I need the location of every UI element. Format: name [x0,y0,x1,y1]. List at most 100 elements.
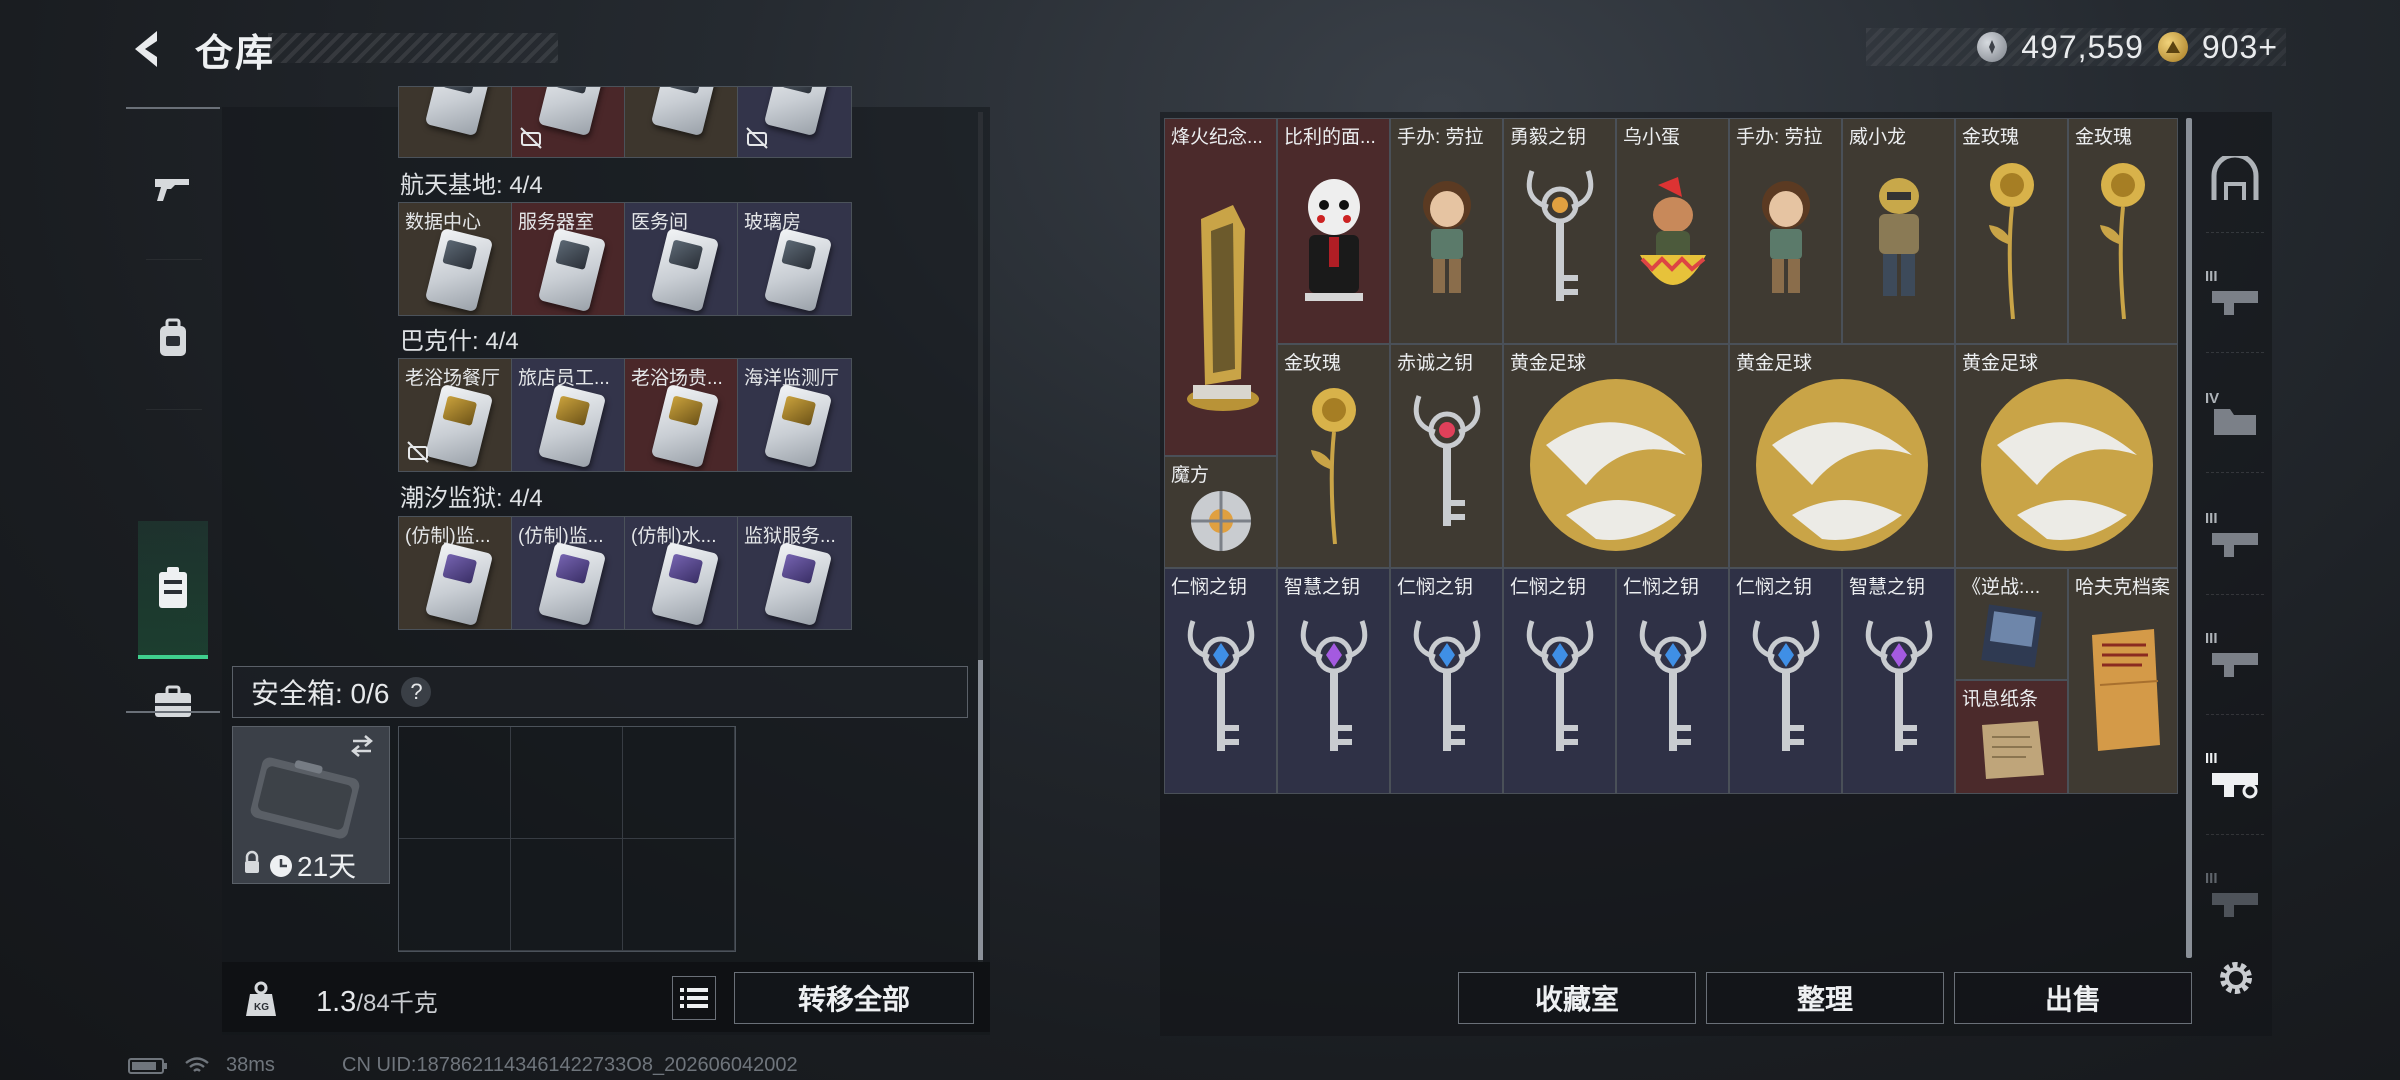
keycard-label: 老浴场贵... [631,368,723,389]
sell-button[interactable]: 出售 [1954,972,2192,1024]
status-bar: 38ms [128,1054,275,1077]
keycard-slot[interactable] [625,87,738,157]
soldier-figure-image [1878,177,1919,296]
left-scrollbar-thumb[interactable] [978,660,983,960]
keycard-slot[interactable]: 海洋监测厅 [738,359,851,471]
gold-football-image [1530,378,1702,551]
stash-item-gold-football[interactable]: 黄金足球 [1955,344,2178,568]
gold-football-image [1756,378,1928,551]
keycard-slot[interactable]: (仿制)水... [625,517,738,629]
keycard-slot[interactable]: 数据中心 [399,203,512,315]
gun-icon [155,179,189,201]
keycard-image [424,541,494,627]
nav-keycards[interactable] [138,521,208,659]
stash-item-beacon-trophy[interactable]: 烽火纪念... [1164,118,1277,456]
nav-weapons[interactable] [138,153,208,223]
keycard-slot[interactable]: 老浴场贵... [625,359,738,471]
stash-item-key[interactable]: 智慧之钥 [1842,568,1955,794]
backpack-icon [160,318,186,356]
transfer-all-button[interactable]: 转移全部 [734,972,974,1024]
right-scrollbar[interactable] [2186,118,2192,958]
safe-slot[interactable] [623,839,735,951]
safe-slot[interactable] [399,839,511,951]
keycard-slot[interactable]: (仿制)监... [399,517,512,629]
stash-item-billy-mask[interactable]: 比利的面... [1277,118,1390,344]
tier-label: III [2205,268,2218,285]
stash-item-key[interactable]: 仁悯之钥 [1616,568,1729,794]
stash-item-gold-football[interactable]: 黄金足球 [1729,344,1955,568]
safe-slot[interactable] [511,727,623,839]
keycard-slot[interactable] [512,87,625,157]
list-view-button[interactable] [672,976,716,1020]
nav-equipment[interactable] [138,303,208,373]
keycard-slot[interactable]: 玻璃房 [738,203,851,315]
stash-item-gold-rose[interactable]: 金玫瑰 [1955,118,2068,344]
tier-label: IV [2205,390,2220,407]
lock-icon [245,861,259,873]
stash-item-cube[interactable]: 魔方 [1164,456,1277,568]
item-label: 金玫瑰 [1284,353,1342,374]
safe-case-slot[interactable]: 21天 [232,726,390,884]
no-loss-icon [520,127,542,149]
collection-room-button[interactable]: 收藏室 [1458,972,1696,1024]
key-image [1526,620,1593,751]
keycard-image [537,383,607,469]
gold-currency-value[interactable]: 903+ [2202,29,2278,66]
stash-item-book[interactable]: 《逆战:... [1955,568,2068,680]
key-image [1639,620,1706,751]
help-button[interactable]: ? [401,677,432,707]
gold-football-image [1980,378,2153,551]
keycard-label: 老浴场餐厅 [405,368,501,389]
stash-item-key[interactable]: 仁悯之钥 [1729,568,1842,794]
keycard-slot[interactable]: 老浴场餐厅 [399,359,512,471]
item-label: 智慧之钥 [1284,577,1361,598]
keycard-case-icon [159,567,187,608]
item-label: 金玫瑰 [1962,127,2020,148]
stash-item-haavk-dossier[interactable]: 哈夫克档案 [2068,568,2178,794]
stash-item-key[interactable]: 仁悯之钥 [1503,568,1616,794]
stash-item-lara-figure[interactable]: 手办: 劳拉 [1729,118,1842,344]
stash-item-brave-key[interactable]: 勇毅之钥 [1503,118,1616,344]
stash-item-lara-figure[interactable]: 手办: 劳拉 [1390,118,1503,344]
keycard-slot[interactable]: 旅店员工... [512,359,625,471]
item-label: 手办: 劳拉 [1736,127,1823,148]
key-image [1752,620,1819,751]
safe-slot[interactable] [399,727,511,839]
stash-item-gold-rose[interactable]: 金玫瑰 [1277,344,1390,568]
swap-icon [351,735,373,757]
safe-slot[interactable] [623,727,735,839]
side-separator [2206,594,2264,595]
keycard-image [537,227,607,313]
stash-item-key[interactable]: 仁悯之钥 [1164,568,1277,794]
weight-max: /84千克 [356,990,438,1017]
keycard-slot[interactable] [399,87,512,157]
keycard-slot[interactable]: 监狱服务... [738,517,851,629]
stash-item-gold-rose[interactable]: 金玫瑰 [2068,118,2178,344]
nav-separator [146,259,202,260]
side-collection-room[interactable] [2206,150,2264,208]
sort-button[interactable]: 整理 [1706,972,1944,1024]
stash-item-crow-egg[interactable]: 乌小蛋 [1616,118,1729,344]
list-icon [680,988,708,1008]
stash-item-message-note[interactable]: 讯息纸条 [1955,680,2068,794]
stash-item-key[interactable]: 仁悯之钥 [1390,568,1503,794]
keycard-slot[interactable] [738,87,851,157]
settings-button[interactable] [2210,952,2262,1004]
nav-tools[interactable] [138,667,208,737]
stash-item-red-key[interactable]: 赤诚之钥 [1390,344,1503,568]
keycard-slot[interactable]: 服务器室 [512,203,625,315]
keycard-slot[interactable]: 医务间 [625,203,738,315]
safe-slot[interactable] [511,839,623,951]
keycard-image [424,383,494,469]
side-separator [2206,714,2264,715]
card-row: 数据中心 服务器室 医务间 玻璃房 [398,202,852,316]
back-button[interactable] [122,24,172,74]
item-label: 仁悯之钥 [1397,577,1474,598]
stash-item-wei-dragon[interactable]: 威小龙 [1842,118,1955,344]
keycard-slot[interactable]: (仿制)监... [512,517,625,629]
safe-box-grid [398,726,736,952]
card-row: (仿制)监... (仿制)监... (仿制)水... 监狱服务... [398,516,852,630]
stash-item-key[interactable]: 智慧之钥 [1277,568,1390,794]
item-label: 金玫瑰 [2075,127,2133,148]
stash-item-gold-football[interactable]: 黄金足球 [1503,344,1729,568]
